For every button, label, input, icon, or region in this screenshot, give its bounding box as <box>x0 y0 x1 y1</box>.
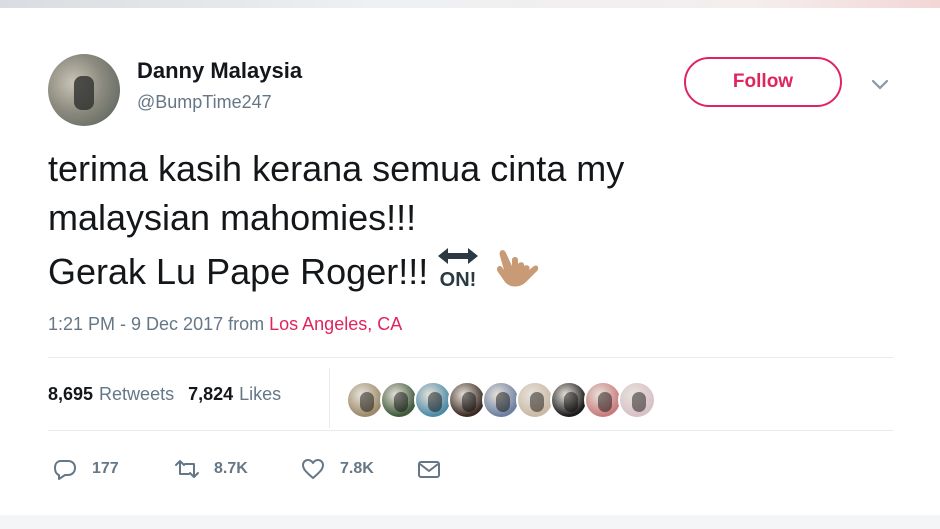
liker-avatar[interactable] <box>482 381 520 419</box>
tweet-text-line: Gerak Lu Pape Roger!!! ON! <box>48 242 848 296</box>
from-label: from <box>228 314 265 334</box>
liker-avatar[interactable] <box>516 381 554 419</box>
reply-button[interactable]: 177 <box>52 457 174 481</box>
like-button[interactable]: 7.8K <box>300 457 416 481</box>
tweet-actions: 177 8.7K 7.8K <box>52 454 442 484</box>
tweet-timestamp[interactable]: 1:21 PM - 9 Dec 2017 <box>48 314 223 334</box>
tweet-text-line: terima kasih kerana semua cinta my <box>48 148 625 189</box>
liker-avatar[interactable] <box>346 381 384 419</box>
retweets-stat[interactable]: 8,695 Retweets <box>48 384 174 405</box>
retweet-button[interactable]: 8.7K <box>174 457 300 481</box>
likes-count: 7,824 <box>188 383 234 404</box>
tweet-text-line-content: Gerak Lu Pape Roger!!! <box>48 251 429 292</box>
liker-avatar[interactable] <box>380 381 418 419</box>
stats-separator <box>329 368 330 428</box>
user-handle[interactable]: @BumpTime247 <box>137 92 272 113</box>
tweet-card: Danny Malaysia @BumpTime247 Follow terim… <box>0 8 940 515</box>
on-emoji-text: ON! <box>440 269 477 290</box>
user-display-name[interactable]: Danny Malaysia <box>137 58 302 84</box>
retweet-count: 8.7K <box>214 460 248 477</box>
likes-label: Likes <box>239 383 282 404</box>
like-count: 7.8K <box>340 460 374 477</box>
heart-icon <box>302 459 324 479</box>
tweet-stats: 8,695 Retweets 7,824 Likes <box>48 380 281 408</box>
tweet-text-line: malaysian mahomies!!! <box>48 197 417 238</box>
envelope-icon <box>418 461 440 478</box>
call-me-hand-emoji <box>497 250 539 287</box>
liker-avatar[interactable] <box>584 381 622 419</box>
top-edge-strip <box>0 0 940 8</box>
tweet-location-link[interactable]: Los Angeles, CA <box>269 314 402 334</box>
user-avatar[interactable] <box>48 54 120 126</box>
likes-stat[interactable]: 7,824 Likes <box>188 384 281 405</box>
retweet-icon <box>175 460 199 478</box>
divider <box>48 357 893 358</box>
follow-button[interactable]: Follow <box>684 57 842 107</box>
on-arrow-emoji: ON! <box>438 248 479 290</box>
reply-icon <box>54 460 76 480</box>
divider <box>48 430 893 431</box>
tweet-text: terima kasih kerana semua cinta my malay… <box>48 144 848 296</box>
liker-avatar[interactable] <box>550 381 588 419</box>
liker-avatars <box>346 381 656 419</box>
retweets-label: Retweets <box>99 383 175 404</box>
retweets-count: 8,695 <box>48 383 94 404</box>
liker-avatar[interactable] <box>414 381 452 419</box>
tweet-meta: 1:21 PM - 9 Dec 2017 from Los Angeles, C… <box>48 314 402 335</box>
liker-avatar[interactable] <box>618 381 656 419</box>
reply-count: 177 <box>92 460 119 477</box>
direct-message-button[interactable] <box>416 457 442 481</box>
bottom-edge-strip <box>0 515 940 529</box>
liker-avatar[interactable] <box>448 381 486 419</box>
chevron-down-icon[interactable] <box>870 78 890 92</box>
